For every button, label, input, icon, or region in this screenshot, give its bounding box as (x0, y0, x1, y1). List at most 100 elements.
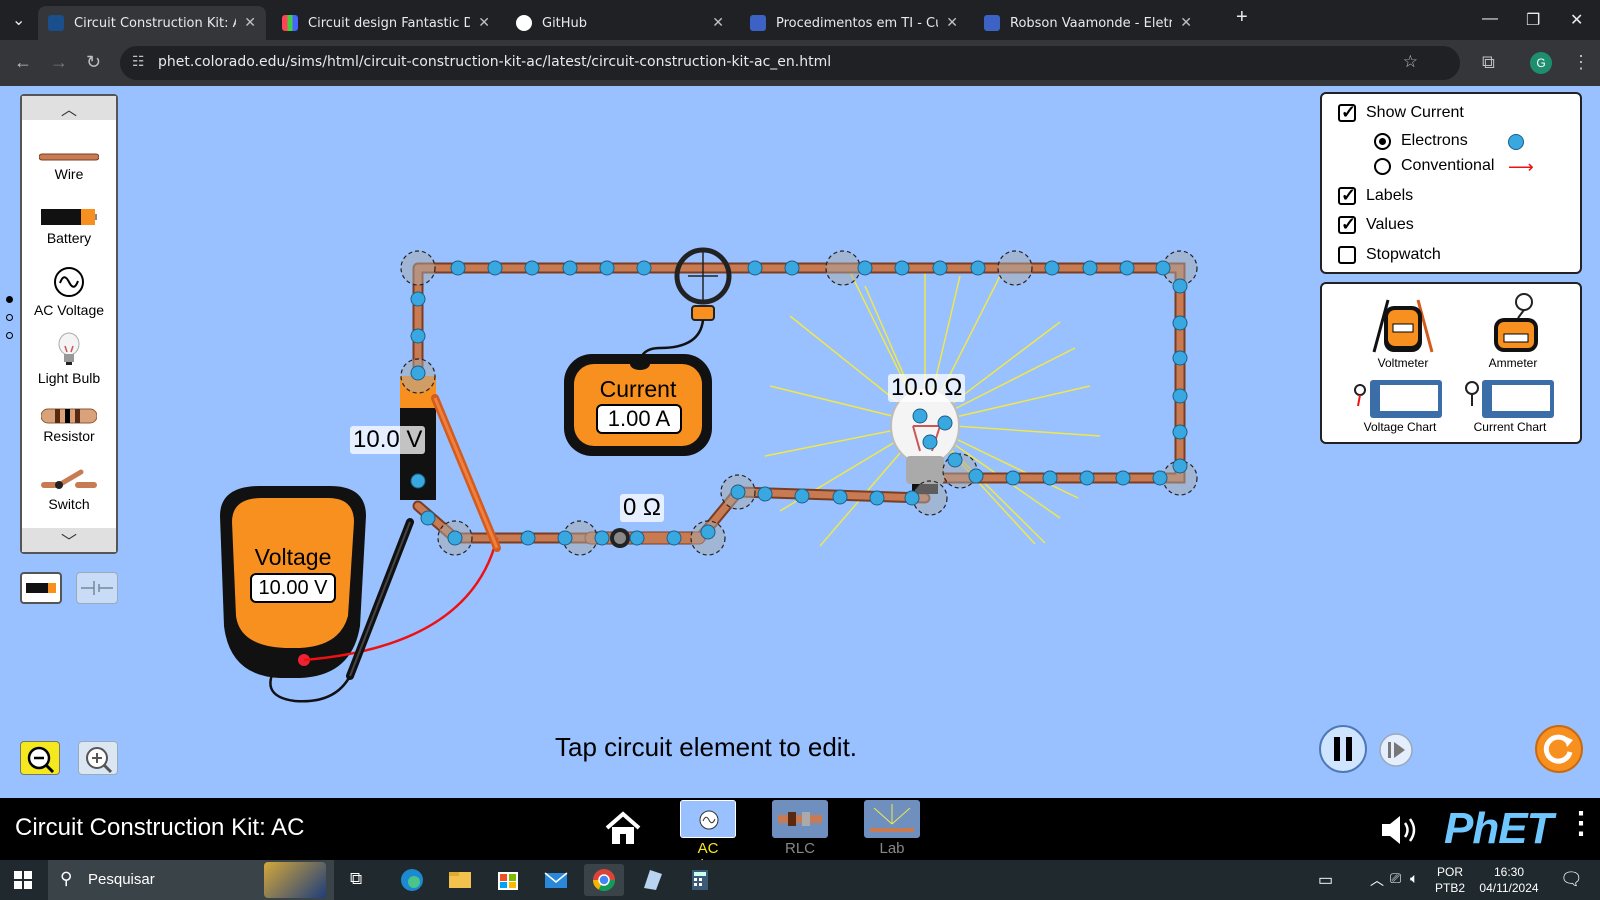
close-tab-icon[interactable]: ✕ (478, 15, 490, 31)
electrons (410, 260, 1188, 546)
screen-rlc[interactable]: RLC (765, 800, 835, 857)
address-bar[interactable]: ☷ phet.colorado.edu/sims/html/circuit-co… (120, 46, 1460, 80)
tab-search-icon[interactable]: ⌄ (12, 10, 25, 30)
electrons-radio[interactable]: Electrons (1374, 132, 1468, 150)
close-tab-icon[interactable]: ✕ (1180, 15, 1192, 31)
simulation-area: ︿ Wire Battery AC Voltage Light Bulb Res… (0, 86, 1600, 798)
ammeter-label: Ammeter (1488, 356, 1538, 370)
stopwatch-checkbox[interactable]: Stopwatch (1338, 246, 1441, 264)
home-icon[interactable] (603, 810, 643, 846)
file-explorer-taskbar-icon[interactable] (440, 864, 480, 896)
network-icon[interactable]: ⎚ (1390, 870, 1401, 887)
url-text: phet.colorado.edu/sims/html/circuit-cons… (158, 54, 832, 70)
site-info-icon[interactable]: ☷ (132, 54, 145, 70)
clock-date: 04/11/2024 (1479, 881, 1539, 895)
bulb-resistance-label[interactable]: 10.0 Ω (888, 374, 966, 402)
clock-time: 16:30 (1493, 865, 1525, 879)
zoom-in-button[interactable] (78, 741, 118, 775)
current-chart-tool[interactable]: Current Chart (1462, 376, 1558, 442)
radio-icon (1374, 157, 1391, 175)
zoom-out-icon (27, 746, 55, 774)
reset-all-button[interactable] (1534, 724, 1584, 774)
battery-voltage-label[interactable]: 10.0 V (350, 426, 426, 454)
voltmeter-icon (1372, 299, 1434, 353)
chrome-taskbar-icon[interactable] (584, 864, 624, 896)
tab-circuit-construction-kit[interactable]: Circuit Construction Kit: AC ✕ (38, 6, 266, 40)
current-chart-label: Current Chart (1473, 420, 1547, 434)
pause-button[interactable] (1318, 724, 1368, 774)
calculator-taskbar-icon[interactable] (680, 864, 720, 896)
windows-start-icon[interactable] (14, 871, 32, 889)
forward-icon[interactable]: → (50, 52, 68, 73)
profile-avatar[interactable]: G (1530, 52, 1552, 74)
switch-resistance-label[interactable]: 0 Ω (620, 494, 664, 522)
step-forward-button[interactable] (1378, 732, 1414, 768)
phet-logo[interactable]: PhET (1444, 804, 1553, 854)
store-taskbar-icon[interactable] (488, 864, 528, 896)
edge-taskbar-icon[interactable] (392, 864, 432, 896)
sensor-toolbox-panel: Voltmeter Ammeter Voltage Chart Current … (1320, 282, 1582, 444)
back-icon[interactable]: ← (14, 52, 32, 73)
tinkercad-favicon-icon (282, 15, 298, 31)
screen-lab[interactable]: Lab (857, 800, 927, 857)
notes-taskbar-icon[interactable] (632, 864, 672, 896)
browser-toolbar: ← → ↻ ☷ phet.colorado.edu/sims/html/circ… (0, 40, 1600, 86)
new-tab-button[interactable]: + (1236, 6, 1248, 29)
phet-menu-icon[interactable]: ⋮ (1566, 806, 1596, 841)
clock[interactable]: 16:30 04/11/2024 (1474, 864, 1544, 896)
wire-vertices[interactable] (400, 250, 1198, 556)
values-checkbox[interactable]: Values (1338, 214, 1414, 235)
tab-github[interactable]: GitHub ✕ (506, 6, 734, 40)
conventional-radio[interactable]: Conventional (1374, 157, 1494, 175)
ammeter-tool[interactable]: Ammeter (1470, 290, 1556, 370)
tab-title: Procedimentos em TI - Cursos T (776, 15, 938, 31)
zoom-out-button[interactable] (20, 741, 60, 775)
sound-icon[interactable] (1378, 812, 1422, 848)
voltmeter-reading: 10.00 V (250, 573, 336, 603)
tab-circuit-design[interactable]: Circuit design Fantastic Densor ✕ (272, 6, 500, 40)
tab-title: GitHub (542, 15, 588, 31)
input-language[interactable]: POR PTB2 (1432, 864, 1468, 896)
ammeter-reading: 1.00 A (596, 404, 682, 434)
news-widget-icon[interactable]: ▭ (1318, 870, 1333, 890)
electron-icon (1508, 134, 1524, 150)
bookmark-star-icon[interactable]: ☆ (1403, 52, 1418, 72)
browser-tab-bar: ⌄ Circuit Construction Kit: AC ✕ Circuit… (0, 0, 1600, 40)
red-arrow-icon: ⟶ (1508, 157, 1534, 177)
close-tab-icon[interactable]: ✕ (946, 15, 958, 31)
close-tab-icon[interactable]: ✕ (712, 15, 724, 31)
phet-navigation-bar: Circuit Construction Kit: AC AC Voltage … (0, 798, 1600, 874)
taskbar-search-box[interactable]: ⚲ Pesquisar (48, 860, 334, 900)
voltmeter-tool[interactable]: Voltmeter (1360, 290, 1446, 370)
ammeter-title: Current (599, 376, 677, 402)
show-current-checkbox[interactable]: Show Current (1338, 102, 1464, 123)
task-view-icon[interactable]: ⧉ (350, 869, 362, 889)
extensions-icon[interactable]: ⧉ (1482, 52, 1495, 73)
labels-checkbox[interactable]: Labels (1338, 185, 1413, 206)
windows-taskbar: ⚲ Pesquisar ⧉ ▭ ︿ ⎚ 🔈︎ POR PTB2 16:30 04… (0, 860, 1600, 900)
voltage-chart-icon (1354, 380, 1442, 418)
reload-icon[interactable]: ↻ (86, 52, 101, 73)
mail-taskbar-icon[interactable] (536, 864, 576, 896)
voltage-chart-label: Voltage Chart (1363, 420, 1437, 434)
sim-title: Circuit Construction Kit: AC (15, 814, 305, 841)
display-options-panel: Show Current Electrons Conventional ⟶ La… (1320, 92, 1582, 274)
tray-chevron-icon[interactable]: ︿ (1370, 870, 1384, 890)
tab-robson-vaamonde[interactable]: Robson Vaamonde - Eletricidad ✕ (974, 6, 1202, 40)
voltage-chart-tool[interactable]: Voltage Chart (1352, 376, 1448, 442)
close-tab-icon[interactable]: ✕ (244, 15, 256, 31)
restore-icon[interactable]: ❐ (1526, 10, 1540, 30)
screen-label: Lab (879, 840, 905, 857)
notifications-icon[interactable]: 🗨︎ (1560, 869, 1583, 890)
screen-label: RLC (784, 840, 815, 857)
tab-procedimentos[interactable]: Procedimentos em TI - Cursos T ✕ (740, 6, 968, 40)
keyboard-layout: PTB2 (1434, 881, 1465, 895)
browser-menu-icon[interactable]: ⋮ (1572, 52, 1590, 73)
checkbox-label: Show Current (1366, 104, 1464, 121)
minimize-icon[interactable]: — (1482, 10, 1498, 28)
volume-icon[interactable]: 🔈︎ (1410, 870, 1418, 887)
checkbox-icon (1338, 185, 1356, 206)
close-window-icon[interactable]: ✕ (1570, 10, 1583, 30)
checkbox-icon (1338, 214, 1356, 235)
checkbox-label: Stopwatch (1366, 246, 1441, 263)
